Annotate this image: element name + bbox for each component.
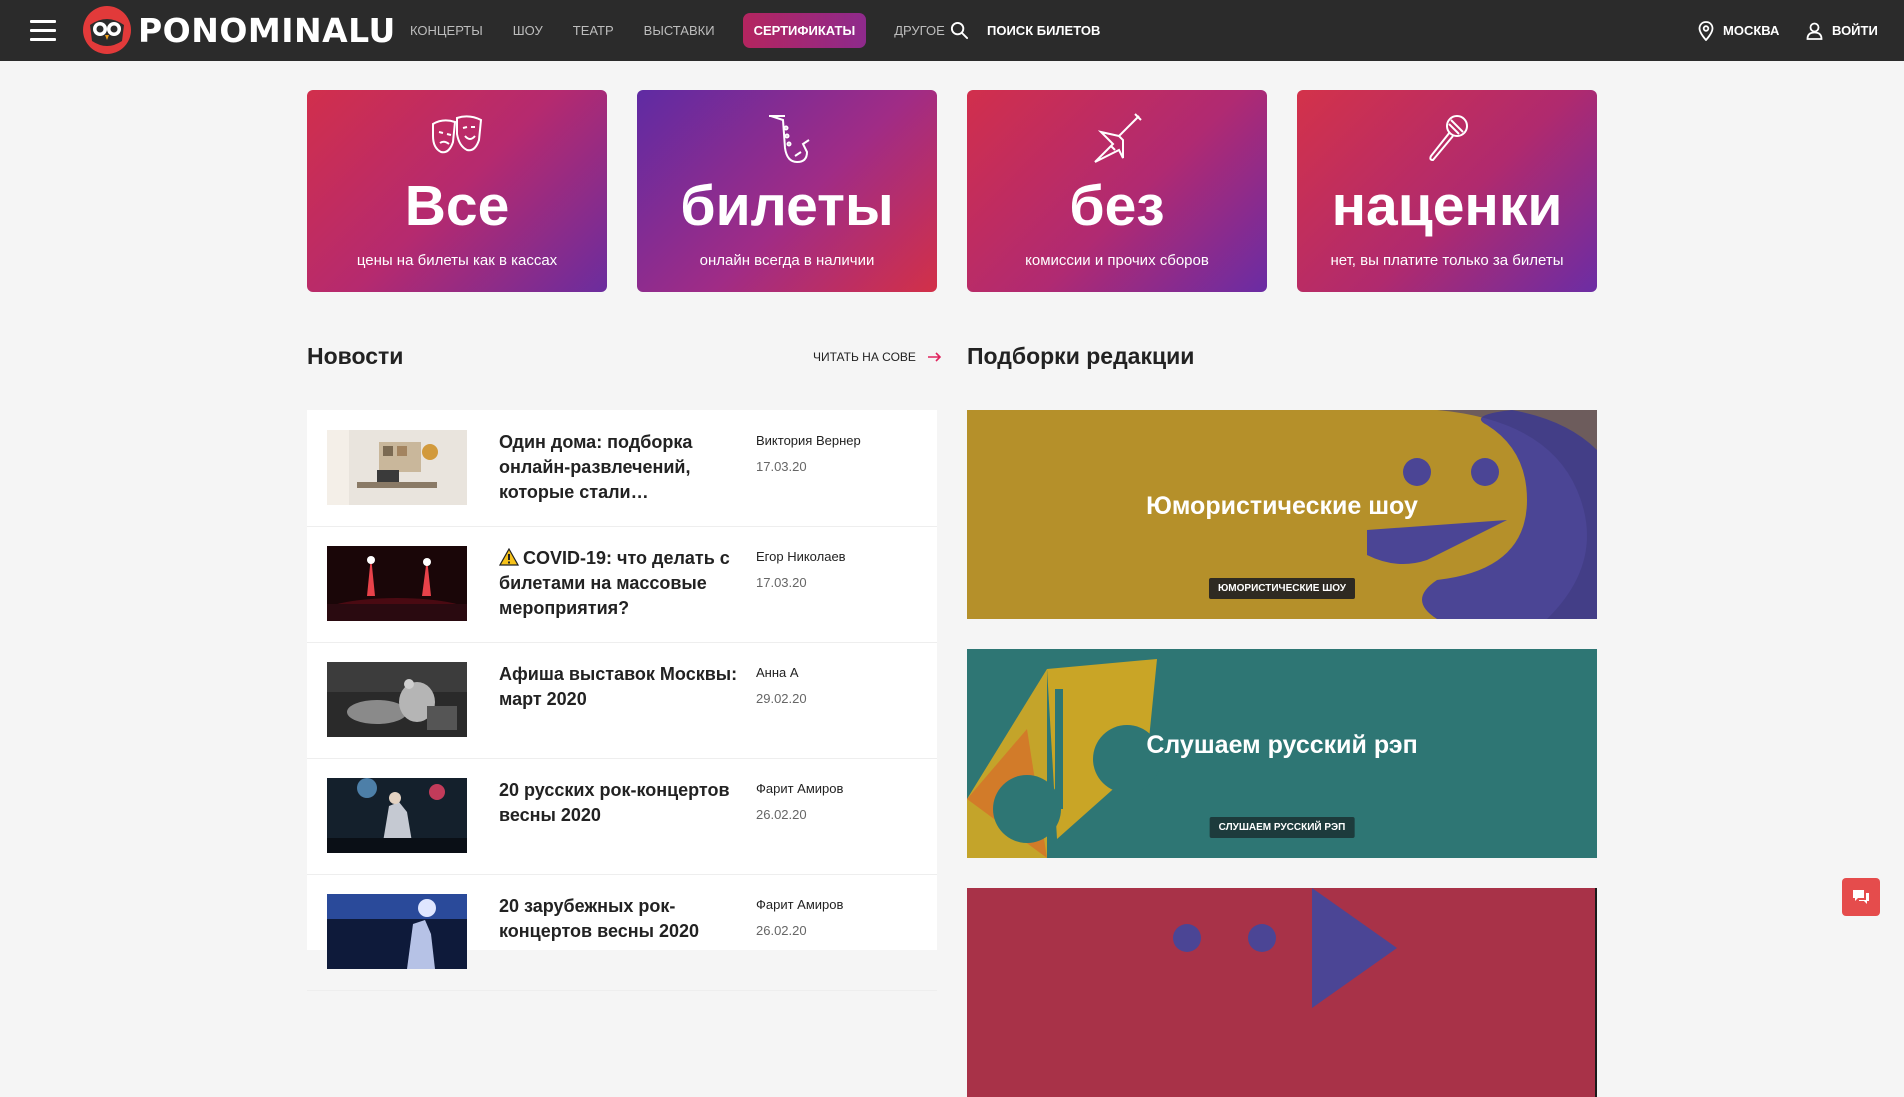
search-icon (950, 21, 969, 40)
news-date: 26.02.20 (756, 807, 807, 822)
news-title: Афиша выставок Москвы: март 2020 (499, 664, 738, 709)
promo-small-text: комиссии и прочих сборов (1025, 252, 1209, 269)
promo-card-tickets: билеты онлайн всегда в наличии (637, 90, 937, 292)
promo-small-text: онлайн всегда в наличии (699, 252, 875, 269)
logo[interactable]: PONOMINALU (82, 5, 396, 55)
arrow-right-icon (927, 352, 942, 362)
location-pin-icon (1698, 20, 1714, 41)
news-title: Один дома: подборка онлайн-развлечений, … (499, 432, 693, 502)
saxophone-icon (769, 115, 810, 164)
news-author: Виктория Вернер (756, 433, 861, 448)
news-thumbnail (327, 778, 467, 853)
news-author: Фарит Амиров (756, 897, 844, 912)
chat-button[interactable] (1842, 878, 1880, 916)
login-button[interactable]: ВОЙТИ (1806, 0, 1878, 61)
news-title: COVID-19: что делать с билетами на массо… (499, 546, 739, 621)
read-more-label: ЧИТАТЬ НА СОВЕ (813, 350, 916, 364)
logo-text: PONOMINALU (138, 10, 396, 50)
city-selector[interactable]: МОСКВА (1698, 0, 1779, 61)
login-label: ВОЙТИ (1832, 23, 1878, 38)
main-nav: КОНЦЕРТЫ ШОУ ТЕАТР ВЫСТАВКИ СЕРТИФИКАТЫ … (395, 0, 960, 61)
chat-icon (1853, 890, 1869, 904)
news-date: 17.03.20 (756, 575, 807, 590)
promo-card-no-markup: наценки нет, вы платите только за билеты (1297, 90, 1597, 292)
promo-card-no-fees: без комиссии и прочих сборов (967, 90, 1267, 292)
nav-theater[interactable]: ТЕАТР (573, 23, 614, 38)
news-title-text: COVID-19: что делать с билетами на массо… (499, 548, 730, 618)
promo-small-text: цены на билеты как в кассах (356, 252, 558, 269)
read-more-link[interactable]: ЧИТАТЬ НА СОВЕ (813, 350, 942, 364)
collection-card-third[interactable] (967, 888, 1597, 1097)
news-section-title: Новости (307, 343, 404, 369)
news-item[interactable]: COVID-19: что делать с билетами на массо… (307, 526, 937, 643)
nav-certificates[interactable]: СЕРТИФИКАТЫ (742, 13, 867, 48)
news-author: Анна А (756, 665, 799, 680)
news-author: Егор Николаев (756, 549, 846, 564)
city-label: МОСКВА (1723, 23, 1780, 38)
menu-icon[interactable] (30, 20, 56, 42)
guitar-icon (1094, 113, 1142, 163)
collection-banner-image (967, 888, 1597, 1097)
search-button[interactable]: ПОИСК БИЛЕТОВ (950, 0, 1100, 61)
news-title: 20 русских рок-концертов весны 2020 (499, 780, 730, 825)
collection-card-rap[interactable]: Слушаем русский рэп СЛУШАЕМ РУССКИЙ РЭП (967, 649, 1597, 858)
news-author: Фарит Амиров (756, 781, 844, 796)
news-item[interactable]: Один дома: подборка онлайн-развлечений, … (307, 410, 937, 527)
news-item[interactable]: 20 зарубежных рок-концертов весны 2020 Ф… (307, 874, 937, 991)
news-item[interactable]: Афиша выставок Москвы: март 2020 Анна А … (307, 642, 937, 759)
top-header: PONOMINALU КОНЦЕРТЫ ШОУ ТЕАТР ВЫСТАВКИ С… (0, 0, 1904, 61)
news-item[interactable]: 20 русских рок-концертов весны 2020 Фари… (307, 758, 937, 875)
news-thumbnail (327, 662, 467, 737)
promo-big-text: Все (404, 174, 510, 238)
theater-masks-icon (432, 115, 483, 154)
microphone-icon (1429, 115, 1468, 162)
collection-tag: ЮМОРИСТИЧЕСКИЕ ШОУ (1208, 578, 1356, 599)
collection-tag: СЛУШАЕМ РУССКИЙ РЭП (1209, 817, 1355, 838)
promo-small-text: нет, вы платите только за билеты (1330, 252, 1564, 269)
nav-concerts[interactable]: КОНЦЕРТЫ (410, 23, 483, 38)
collection-card-comedy[interactable]: Юмористические шоу ЮМОРИСТИЧЕСКИЕ ШОУ (967, 410, 1597, 619)
news-date: 26.02.20 (756, 923, 807, 938)
promo-card-prices: Все цены на билеты как в кассах (307, 90, 607, 292)
news-thumbnail (327, 546, 467, 621)
warning-icon (499, 548, 519, 566)
collection-title: Слушаем русский рэп (1146, 731, 1418, 759)
news-thumbnail (327, 430, 467, 505)
news-date: 29.02.20 (756, 691, 807, 706)
news-thumbnail (327, 894, 467, 969)
promo-big-text: наценки (1331, 174, 1563, 238)
promo-big-text: билеты (680, 174, 894, 238)
collections-section-title: Подборки редакции (967, 343, 1195, 369)
collection-title: Юмористические шоу (1146, 492, 1418, 520)
nav-other[interactable]: ДРУГОЕ (894, 23, 945, 38)
owl-logo-icon (83, 6, 131, 54)
search-label: ПОИСК БИЛЕТОВ (987, 23, 1101, 38)
news-list: Один дома: подборка онлайн-развлечений, … (307, 410, 937, 991)
nav-shows[interactable]: ШОУ (513, 23, 543, 38)
nav-exhibitions[interactable]: ВЫСТАВКИ (644, 23, 715, 38)
promo-big-text: без (1069, 174, 1165, 238)
user-icon (1806, 22, 1823, 40)
news-date: 17.03.20 (756, 459, 807, 474)
